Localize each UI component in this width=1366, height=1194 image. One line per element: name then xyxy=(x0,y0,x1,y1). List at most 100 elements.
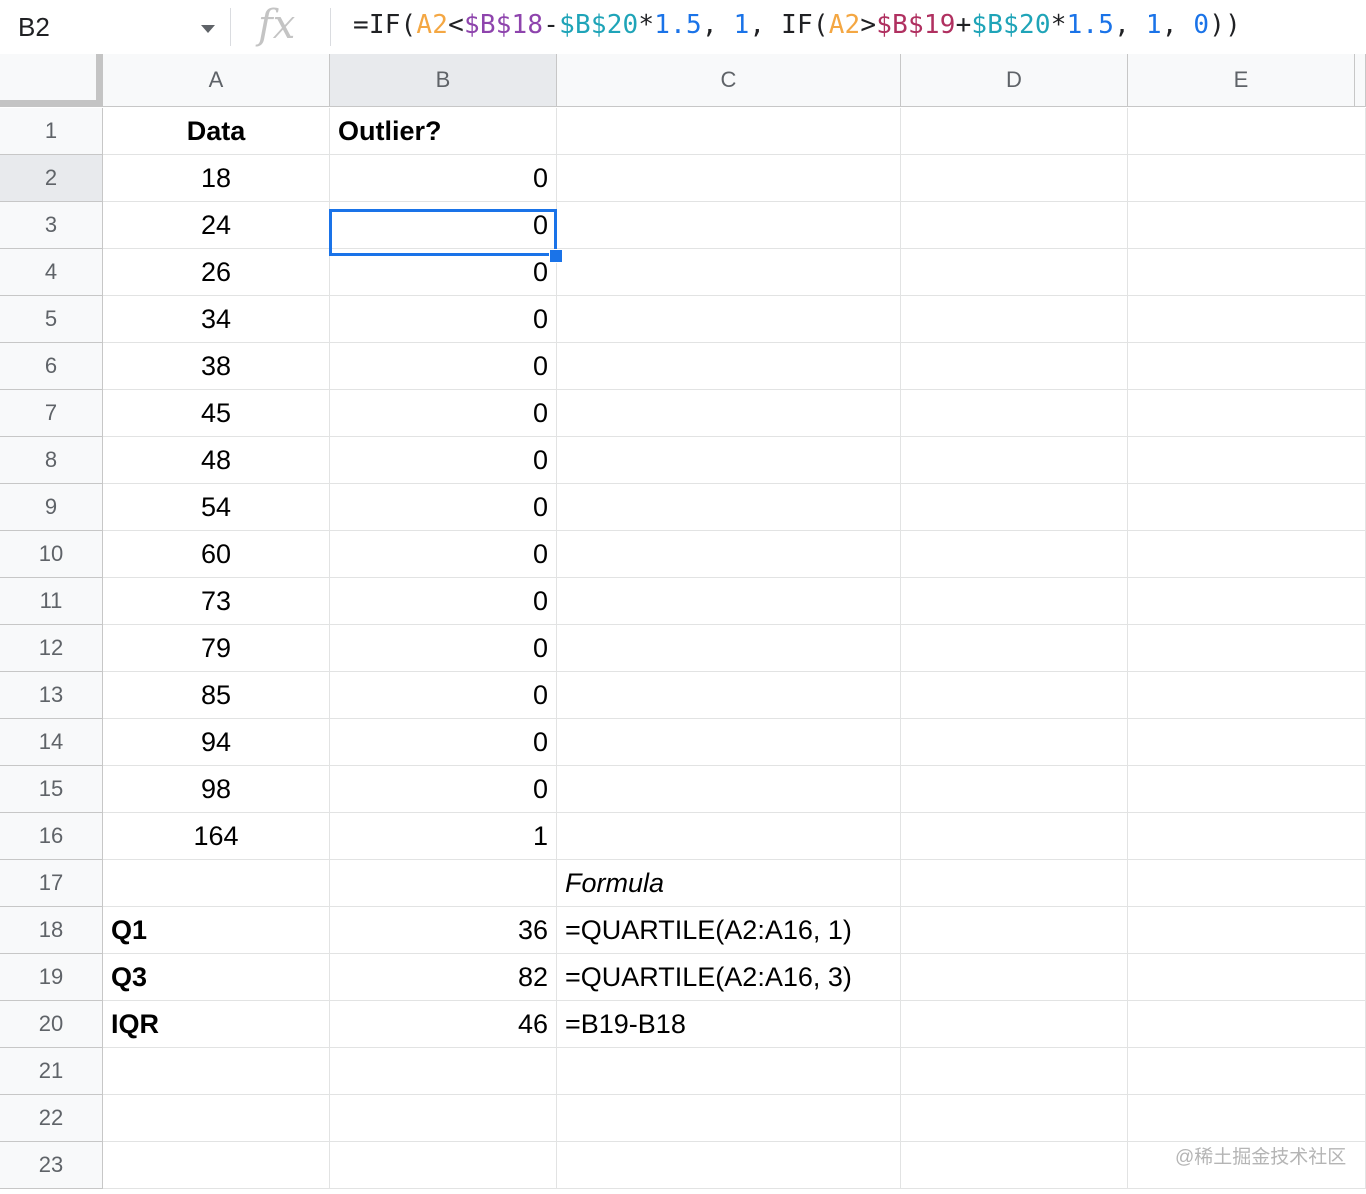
cell-c15[interactable] xyxy=(557,766,901,813)
cell-e7[interactable] xyxy=(1128,390,1366,437)
cell-b5[interactable]: 0 xyxy=(330,296,557,343)
cell-d7[interactable] xyxy=(901,390,1128,437)
cell-d12[interactable] xyxy=(901,625,1128,672)
cell-a15[interactable]: 98 xyxy=(103,766,330,813)
cell-a18[interactable]: Q1 xyxy=(103,907,330,954)
cell-d14[interactable] xyxy=(901,719,1128,766)
cell-a11[interactable]: 73 xyxy=(103,578,330,625)
column-header-a[interactable]: A xyxy=(103,54,330,107)
cell-d10[interactable] xyxy=(901,531,1128,578)
cell-a17[interactable] xyxy=(103,860,330,907)
fill-handle[interactable] xyxy=(549,249,563,263)
row-header[interactable]: 15 xyxy=(0,766,103,813)
cell-b17[interactable] xyxy=(330,860,557,907)
cell-c11[interactable] xyxy=(557,578,901,625)
cell-d15[interactable] xyxy=(901,766,1128,813)
cell-b10[interactable]: 0 xyxy=(330,531,557,578)
cell-a19[interactable]: Q3 xyxy=(103,954,330,1001)
cell-b9[interactable]: 0 xyxy=(330,484,557,531)
cell-b7[interactable]: 0 xyxy=(330,390,557,437)
cell-c17[interactable]: Formula xyxy=(557,860,901,907)
cell-c5[interactable] xyxy=(557,296,901,343)
cell-a23[interactable] xyxy=(103,1142,330,1189)
cell-e12[interactable] xyxy=(1128,625,1366,672)
row-header[interactable]: 1 xyxy=(0,108,103,155)
row-header[interactable]: 3 xyxy=(0,202,103,249)
cell-c18[interactable]: =QUARTILE(A2:A16, 1) xyxy=(557,907,901,954)
cell-e17[interactable] xyxy=(1128,860,1366,907)
cell-d4[interactable] xyxy=(901,249,1128,296)
cell-d18[interactable] xyxy=(901,907,1128,954)
name-box-dropdown-icon[interactable] xyxy=(201,25,215,33)
cell-b23[interactable] xyxy=(330,1142,557,1189)
row-header[interactable]: 17 xyxy=(0,860,103,907)
cell-c23[interactable] xyxy=(557,1142,901,1189)
formula-input[interactable]: =IF(A2<$B$18-$B$20*1.5, 1, IF(A2>$B$19+$… xyxy=(353,10,1241,40)
cell-b3[interactable]: 0 xyxy=(330,202,557,249)
cell-a3[interactable]: 24 xyxy=(103,202,330,249)
cell-e14[interactable] xyxy=(1128,719,1366,766)
cell-b2[interactable]: 0 xyxy=(330,155,557,202)
cell-a10[interactable]: 60 xyxy=(103,531,330,578)
cell-c22[interactable] xyxy=(557,1095,901,1142)
column-header-e[interactable]: E xyxy=(1128,54,1355,107)
cell-b14[interactable]: 0 xyxy=(330,719,557,766)
cell-a12[interactable]: 79 xyxy=(103,625,330,672)
row-header[interactable]: 19 xyxy=(0,954,103,1001)
cell-a14[interactable]: 94 xyxy=(103,719,330,766)
row-header[interactable]: 8 xyxy=(0,437,103,484)
cell-e6[interactable] xyxy=(1128,343,1366,390)
cell-d16[interactable] xyxy=(901,813,1128,860)
row-header[interactable]: 6 xyxy=(0,343,103,390)
cell-e2[interactable] xyxy=(1128,155,1366,202)
cell-a22[interactable] xyxy=(103,1095,330,1142)
cell-a13[interactable]: 85 xyxy=(103,672,330,719)
cell-b6[interactable]: 0 xyxy=(330,343,557,390)
cell-a4[interactable]: 26 xyxy=(103,249,330,296)
row-header[interactable]: 16 xyxy=(0,813,103,860)
cell-a9[interactable]: 54 xyxy=(103,484,330,531)
cell-b20[interactable]: 46 xyxy=(330,1001,557,1048)
cell-d9[interactable] xyxy=(901,484,1128,531)
cell-a20[interactable]: IQR xyxy=(103,1001,330,1048)
cell-c4[interactable] xyxy=(557,249,901,296)
row-header[interactable]: 20 xyxy=(0,1001,103,1048)
cell-c1[interactable] xyxy=(557,108,901,155)
cell-e19[interactable] xyxy=(1128,954,1366,1001)
cell-b12[interactable]: 0 xyxy=(330,625,557,672)
row-header[interactable]: 14 xyxy=(0,719,103,766)
cell-a6[interactable]: 38 xyxy=(103,343,330,390)
row-header[interactable]: 7 xyxy=(0,390,103,437)
cell-a5[interactable]: 34 xyxy=(103,296,330,343)
cell-c14[interactable] xyxy=(557,719,901,766)
column-header-d[interactable]: D xyxy=(901,54,1128,107)
cell-d23[interactable] xyxy=(901,1142,1128,1189)
cell-c20[interactable]: =B19-B18 xyxy=(557,1001,901,1048)
cell-a8[interactable]: 48 xyxy=(103,437,330,484)
row-header[interactable]: 4 xyxy=(0,249,103,296)
cell-c7[interactable] xyxy=(557,390,901,437)
row-header[interactable]: 18 xyxy=(0,907,103,954)
cell-d20[interactable] xyxy=(901,1001,1128,1048)
cell-e18[interactable] xyxy=(1128,907,1366,954)
cell-e11[interactable] xyxy=(1128,578,1366,625)
cell-c13[interactable] xyxy=(557,672,901,719)
cell-d1[interactable] xyxy=(901,108,1128,155)
cell-c9[interactable] xyxy=(557,484,901,531)
cell-e8[interactable] xyxy=(1128,437,1366,484)
cell-c3[interactable] xyxy=(557,202,901,249)
cell-e21[interactable] xyxy=(1128,1048,1366,1095)
cell-e1[interactable] xyxy=(1128,108,1366,155)
freeze-column-handle[interactable] xyxy=(96,54,103,104)
cell-c10[interactable] xyxy=(557,531,901,578)
cell-b8[interactable]: 0 xyxy=(330,437,557,484)
cell-e10[interactable] xyxy=(1128,531,1366,578)
cell-e15[interactable] xyxy=(1128,766,1366,813)
cell-c19[interactable]: =QUARTILE(A2:A16, 3) xyxy=(557,954,901,1001)
cell-a16[interactable]: 164 xyxy=(103,813,330,860)
row-header[interactable]: 22 xyxy=(0,1095,103,1142)
cell-c8[interactable] xyxy=(557,437,901,484)
cell-d8[interactable] xyxy=(901,437,1128,484)
cell-d17[interactable] xyxy=(901,860,1128,907)
cell-e13[interactable] xyxy=(1128,672,1366,719)
